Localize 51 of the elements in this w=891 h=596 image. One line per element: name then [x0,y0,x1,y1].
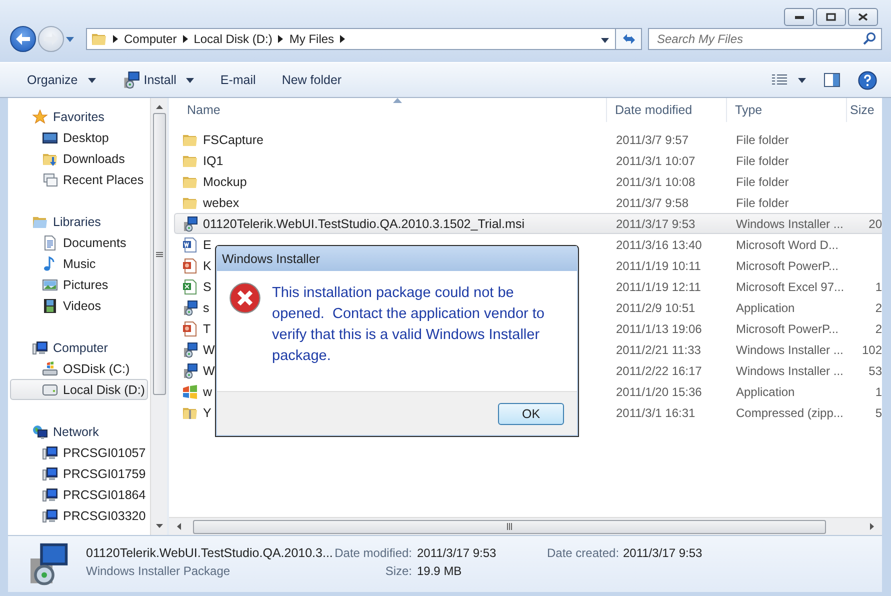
file-name: 01120Telerik.WebUI.TestStudio.QA.2010.3... [86,546,331,562]
dialog-title: Windows Installer [217,246,577,271]
file-name: FSCapture [179,130,607,149]
field-value: 2011/3/17 9:53 [417,546,498,562]
error-message: This installation package could not be opened. Contact the application vendor to verify that this is a valid Windows Installer package. [272,284,546,366]
field-label: Date created: [547,546,620,562]
field-value: 2011/3/17 9:53 [623,546,704,562]
date-cell-text: 2011/3/1 10:07 [615,152,696,170]
field-label: Size: [384,564,413,580]
date-cell-text: 2011/3/1 10:08 [615,174,696,190]
type-cell-text: Microsoft Excel 97... [735,278,846,296]
date-cell-text: 2011/3/7 9:58 [615,194,690,212]
type-cell-text: File folder [735,174,790,190]
field-label: Date modified: [334,546,413,562]
file-name: webex [179,193,607,212]
file-type: Windows Installer Package [86,564,232,580]
type-cell-text: File folder [735,194,790,212]
file-name: 01120Telerik.WebUI.TestStudio.QA.2010.3.1502_Trial.msi [179,214,607,233]
file-name: IQ1 [179,151,607,170]
type-cell-text: Application [735,300,796,316]
date-cell-text: 2011/1/19 10:11 [615,258,702,274]
date-cell-text: 2011/3/16 13:40 [615,236,703,254]
size-cell-text: 2 [874,320,882,338]
type-cell-text: File folder [735,152,790,170]
size-cell-text: 102 [860,342,882,358]
date-cell-text: 2011/3/7 9:57 [615,132,690,148]
date-cell-text: 2011/2/22 16:17 [615,362,703,380]
field-value: 19.9 MB [417,564,463,580]
type-cell-text: Compressed (zipp... [735,404,844,422]
type-cell-text: Microsoft PowerP... [735,320,840,338]
size-cell-text: 53 [868,362,882,380]
date-cell-text: 2011/3/17 9:53 [615,216,696,232]
size-cell-text: 20 [868,216,882,232]
type-cell-text: Windows Installer ... [735,216,844,232]
type-cell-text: File folder [735,132,790,148]
type-cell-text: Microsoft Word D... [735,236,840,254]
size-cell-text: 1 [874,278,882,296]
type-cell-text: Microsoft PowerP... [735,258,840,274]
date-cell-text: 2011/3/1 16:31 [615,404,696,422]
date-cell-text: 2011/2/21 11:33 [615,342,702,358]
type-cell-text: Windows Installer ... [735,342,844,358]
date-cell-text: 2011/1/13 19:06 [615,320,703,338]
date-cell-text: 2011/1/20 15:36 [615,384,703,400]
date-cell-text: 2011/1/19 12:11 [615,278,702,296]
date-cell-text: 2011/2/9 10:51 [615,300,696,316]
size-cell-text: 2 [874,300,882,316]
size-cell-text: 1 [874,384,882,400]
file-name: Mockup [179,172,607,191]
type-cell-text: Windows Installer ... [735,362,844,380]
size-cell-text: 5 [874,404,882,422]
type-cell-text: Application [735,384,796,400]
